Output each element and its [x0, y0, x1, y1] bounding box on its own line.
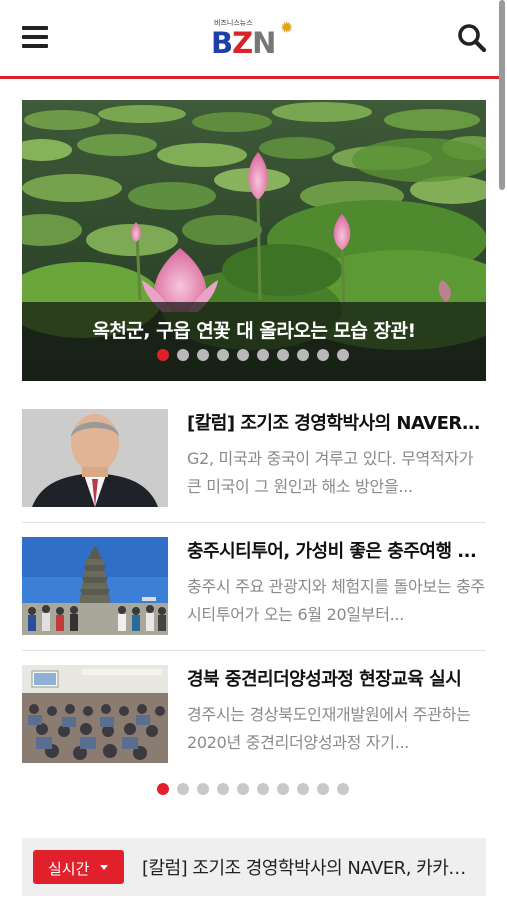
news-page-dot[interactable] [177, 783, 189, 795]
menu-bar [22, 35, 48, 39]
hero-dot[interactable] [157, 349, 169, 361]
news-divider [22, 522, 486, 523]
news-page-dot[interactable] [337, 783, 349, 795]
news-page-dot[interactable] [257, 783, 269, 795]
logo-letter-z: Z [232, 26, 253, 60]
hero-dot[interactable] [177, 349, 189, 361]
hero-dot[interactable] [337, 349, 349, 361]
news-page-dot[interactable] [317, 783, 329, 795]
news-divider [22, 650, 486, 651]
news-summary: 충주시 주요 관광지와 체험지를 돌아보는 충주시티투어가 오는 6월 20일부… [187, 577, 485, 624]
hero-slider[interactable]: 옥천군, 구읍 연꽃 대 올라오는 모습 장관! [22, 100, 486, 381]
news-page-dot[interactable] [297, 783, 309, 795]
hero-dot[interactable] [237, 349, 249, 361]
news-page-dot[interactable] [237, 783, 249, 795]
news-summary: 경주시는 경상북도인재개발원에서 주관하는 2020년 중견리더양성과정 자기.… [187, 705, 471, 752]
menu-bar [22, 26, 48, 30]
hero-dot[interactable] [217, 349, 229, 361]
news-page-dot[interactable] [217, 783, 229, 795]
site-logo[interactable]: 비즈니스뉴스 BZN ✹ [206, 18, 298, 60]
hero-dot[interactable] [197, 349, 209, 361]
news-pagination [157, 783, 349, 795]
caret-down-icon [100, 865, 108, 870]
news-list-item[interactable]: 경북 중견리더양성과정 현장교육 실시 경주시는 경상북도인재개발원에서 주관하… [22, 665, 486, 765]
logo-star-icon: ✹ [280, 18, 294, 37]
hamburger-menu-icon[interactable] [22, 26, 48, 48]
realtime-dropdown-button[interactable]: 실시간 [33, 850, 124, 884]
news-page-dot[interactable] [157, 783, 169, 795]
news-thumbnail [22, 409, 168, 507]
logo-letter-n: N [252, 26, 276, 60]
realtime-ticker[interactable]: 실시간 [칼럼] 조기조 경영학박사의 NAVER, 카카오... [22, 838, 486, 896]
logo-letter-b: B [211, 26, 233, 60]
news-page-dot[interactable] [277, 783, 289, 795]
menu-bar [22, 44, 48, 48]
hero-dot[interactable] [257, 349, 269, 361]
news-page-dot[interactable] [197, 783, 209, 795]
news-title[interactable]: 충주시티투어, 가성비 좋은 충주여행 ... [187, 537, 486, 563]
hero-caption[interactable]: 옥천군, 구읍 연꽃 대 올라오는 모습 장관! [22, 316, 486, 343]
news-summary: G2, 미국과 중국이 겨루고 있다. 무역적자가 큰 미국이 그 원인과 해소… [187, 449, 474, 496]
news-thumbnail [22, 665, 168, 763]
page-scrollbar[interactable] [499, 0, 505, 190]
logo-wordmark: BZN [211, 26, 276, 60]
ticker-headline[interactable]: [칼럼] 조기조 경영학박사의 NAVER, 카카오... [142, 854, 472, 880]
hero-dot[interactable] [317, 349, 329, 361]
news-title[interactable]: [칼럼] 조기조 경영학박사의 NAVER, ... [187, 409, 486, 435]
realtime-label: 실시간 [48, 860, 90, 878]
hero-dot[interactable] [297, 349, 309, 361]
search-icon[interactable] [456, 22, 488, 54]
hero-dot[interactable] [277, 349, 289, 361]
news-thumbnail [22, 537, 168, 635]
news-list-item[interactable]: 충주시티투어, 가성비 좋은 충주여행 ... 충주시 주요 관광지와 체험지를… [22, 537, 486, 637]
news-list-item[interactable]: [칼럼] 조기조 경영학박사의 NAVER, ... G2, 미국과 중국이 겨… [22, 409, 486, 509]
app-header: 비즈니스뉴스 BZN ✹ [0, 0, 507, 78]
header-divider [0, 76, 500, 79]
news-title[interactable]: 경북 중견리더양성과정 현장교육 실시 [187, 665, 486, 691]
hero-pagination [157, 349, 349, 361]
